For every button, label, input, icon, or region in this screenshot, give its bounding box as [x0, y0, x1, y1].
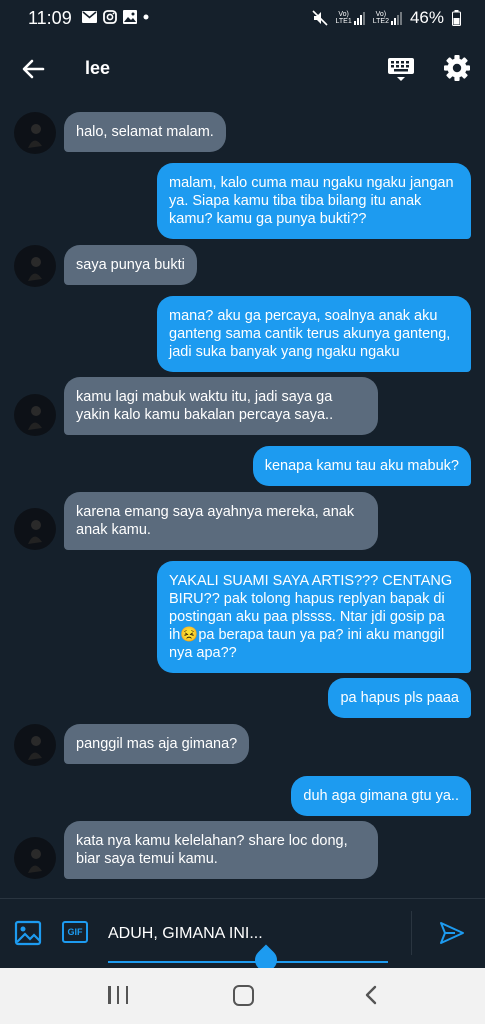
- message-input[interactable]: [108, 921, 398, 947]
- back-nav-icon[interactable]: [362, 984, 382, 1006]
- message-bubble-incoming[interactable]: halo, selamat malam.: [64, 112, 226, 152]
- message-bubble-incoming[interactable]: saya punya bukti: [64, 245, 197, 285]
- avatar[interactable]: [14, 724, 56, 766]
- message-list[interactable]: halo, selamat malam. malam, kalo cuma ma…: [0, 100, 485, 898]
- message-bubble-incoming[interactable]: kamu lagi mabuk waktu itu, jadi saya ga …: [64, 377, 378, 435]
- gif-button[interactable]: GIF: [62, 921, 88, 943]
- status-time: 11:09: [28, 8, 72, 28]
- avatar[interactable]: [14, 837, 56, 879]
- avatar[interactable]: [14, 394, 56, 436]
- message-bubble-outgoing[interactable]: kenapa kamu tau aku mabuk?: [252, 446, 471, 486]
- battery-icon: [452, 10, 461, 26]
- avatar[interactable]: [14, 245, 56, 287]
- chat-header: lee: [0, 36, 485, 100]
- back-arrow-icon[interactable]: [18, 54, 48, 84]
- message-bubble-incoming[interactable]: karena emang saya ayahnya mereka, anak a…: [64, 492, 378, 550]
- message-bubble-outgoing[interactable]: malam, kalo cuma mau ngaku ngaku jangan …: [157, 163, 471, 239]
- message-bubble-outgoing[interactable]: pa hapus pls paaa: [328, 678, 471, 718]
- image-icon[interactable]: [14, 919, 42, 947]
- status-bar: 11:09 Vo) LTE1 Vo) LTE2 46%: [0, 0, 485, 36]
- mute-icon: [311, 10, 328, 26]
- message-bubble-outgoing[interactable]: mana? aku ga percaya, soalnya anak aku g…: [157, 296, 471, 372]
- divider: [411, 911, 412, 955]
- message-composer: GIF: [0, 898, 485, 976]
- avatar[interactable]: [14, 508, 56, 550]
- message-bubble-outgoing[interactable]: duh aga gimana gtu ya..: [291, 776, 471, 816]
- battery-percent: 46%: [409, 8, 444, 27]
- signal-sim2: Vo) LTE2: [373, 11, 402, 25]
- keyboard-icon[interactable]: [386, 54, 416, 84]
- signal-sim1: Vo) LTE1: [336, 11, 365, 25]
- message-bubble-incoming[interactable]: kata nya kamu kelelahan? share loc dong,…: [64, 821, 378, 879]
- system-nav-bar: [0, 968, 485, 1024]
- gallery-icon: [123, 10, 137, 24]
- mail-icon: [82, 11, 97, 23]
- message-bubble-outgoing[interactable]: YAKALI SUAMI SAYA ARTIS??? CENTANG BIRU?…: [157, 561, 471, 673]
- dot-icon: [143, 14, 149, 20]
- instagram-icon: [103, 10, 117, 24]
- input-underline: [108, 961, 388, 963]
- home-button[interactable]: [233, 985, 254, 1006]
- send-icon[interactable]: [438, 919, 466, 947]
- avatar[interactable]: [14, 112, 56, 154]
- gear-icon[interactable]: [442, 53, 472, 83]
- message-bubble-incoming[interactable]: panggil mas aja gimana?: [64, 724, 250, 764]
- conversation-title: lee: [85, 58, 111, 78]
- recent-apps-button[interactable]: [108, 986, 128, 1004]
